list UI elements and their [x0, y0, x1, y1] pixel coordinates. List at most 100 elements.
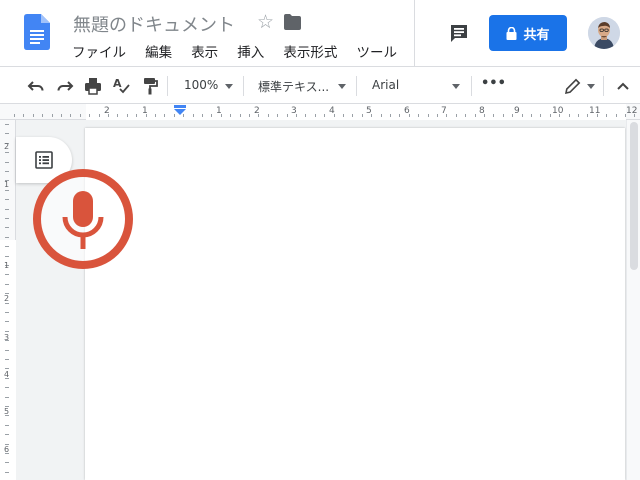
menu-bar: ファイル 編集 表示 挿入 表示形式 ツール ア [72, 42, 444, 62]
ruler-tick [5, 133, 9, 134]
header: 無題のドキュメント ☆ ファイル 編集 表示 挿入 表示形式 ツール ア 共有 [0, 0, 640, 66]
menu-view[interactable]: 表示 [191, 44, 218, 62]
vertical-ruler[interactable]: 2 1 1 2 3 4 5 6 [0, 120, 16, 480]
ruler-tick [164, 114, 165, 117]
document-canvas [16, 120, 640, 480]
ruler-label: 2 [104, 106, 110, 116]
horizontal-ruler[interactable]: 2 1 1 2 3 4 5 6 7 8 9 10 11 12 [0, 104, 640, 120]
ruler-tick [5, 227, 9, 228]
ruler-tick [5, 218, 9, 219]
svg-text:A: A [113, 77, 122, 90]
ruler-tick [418, 114, 419, 117]
ruler-tick [136, 114, 137, 117]
ruler-tick [437, 114, 438, 117]
ruler-tick [5, 246, 9, 247]
edit-mode-chevron-down-icon[interactable] [587, 84, 595, 89]
style-chevron-down-icon[interactable] [338, 84, 346, 89]
ruler-label: 7 [441, 106, 447, 116]
menu-edit[interactable]: 編集 [145, 44, 172, 62]
ruler-label: 1 [216, 106, 222, 116]
comment-icon[interactable] [449, 23, 469, 43]
ruler-tick [5, 209, 9, 210]
ruler-tick [23, 114, 24, 117]
ruler-label: 9 [514, 106, 520, 116]
vertical-scrollbar[interactable] [626, 120, 640, 480]
paint-format-icon[interactable] [140, 76, 160, 96]
ruler-tick [5, 472, 9, 473]
ruler-tick [390, 114, 391, 117]
ruler-tick [5, 256, 9, 257]
ruler-tick [5, 350, 9, 351]
lock-icon [506, 26, 517, 40]
menu-format[interactable]: 表示形式 [283, 44, 337, 62]
avatar[interactable] [588, 17, 620, 49]
ruler-tick [428, 114, 429, 117]
ruler-tick [5, 303, 9, 304]
ruler-label: 2 [4, 294, 10, 303]
more-options-button[interactable]: ••• [481, 76, 506, 91]
voice-typing-button[interactable] [33, 169, 133, 269]
font-select[interactable]: Arial [372, 78, 399, 92]
ruler-tick [315, 114, 316, 117]
zoom-chevron-down-icon[interactable] [225, 84, 233, 89]
document-page[interactable] [85, 128, 625, 480]
ruler-tick [399, 114, 400, 117]
indent-marker-icon[interactable] [173, 105, 187, 115]
ruler-tick [606, 114, 607, 117]
ruler-label: 5 [4, 407, 10, 416]
ruler-tick [5, 462, 9, 463]
ruler-tick [61, 114, 62, 117]
docs-logo-icon[interactable] [24, 14, 50, 50]
ruler-label: 4 [4, 370, 10, 379]
ruler-tick [5, 284, 9, 285]
ruler-label: 1 [4, 180, 10, 189]
ruler-tick [587, 114, 588, 117]
menu-insert[interactable]: 挿入 [237, 44, 264, 62]
ruler-label: 1 [4, 261, 10, 270]
ruler-tick [362, 114, 363, 117]
zoom-select[interactable]: 100% [184, 78, 218, 92]
ruler-label: 3 [291, 106, 297, 116]
ruler-tick [5, 387, 9, 388]
menu-tools[interactable]: ツール [356, 44, 397, 62]
redo-icon[interactable] [55, 76, 75, 96]
ruler-tick [569, 114, 570, 117]
ruler-label: 4 [329, 106, 335, 116]
star-icon[interactable]: ☆ [257, 11, 274, 33]
ruler-label: 10 [552, 106, 564, 116]
collapse-icon[interactable] [613, 76, 633, 96]
ruler-tick [5, 425, 9, 426]
ruler-tick [155, 114, 156, 117]
document-title[interactable]: 無題のドキュメント [73, 11, 235, 37]
ruler-tick [522, 114, 523, 117]
ruler-tick [277, 114, 278, 117]
folder-icon[interactable] [284, 14, 301, 30]
ruler-tick [268, 114, 269, 117]
ruler-tick [70, 114, 71, 117]
style-select[interactable]: 標準テキス... [258, 78, 329, 95]
edit-mode-icon[interactable] [563, 76, 583, 96]
font-chevron-down-icon[interactable] [452, 84, 460, 89]
outline-list-icon [35, 151, 53, 169]
ruler-label: 2 [254, 106, 260, 116]
print-icon[interactable] [83, 76, 103, 96]
ruler-tick [5, 359, 9, 360]
ruler-tick [5, 190, 9, 191]
scrollbar-thumb[interactable] [630, 122, 638, 270]
ruler-label: 3 [4, 333, 10, 342]
header-actions: 共有 [414, 0, 640, 66]
ruler-tick [249, 114, 250, 117]
ruler-tick [352, 114, 353, 117]
menu-file[interactable]: ファイル [72, 44, 126, 62]
share-button[interactable]: 共有 [489, 15, 567, 51]
ruler-tick [5, 237, 9, 238]
ruler-tick [5, 312, 9, 313]
ruler-tick [5, 124, 9, 125]
undo-icon[interactable] [26, 76, 46, 96]
spellcheck-icon[interactable]: A [111, 76, 131, 96]
ruler-label: 2 [4, 142, 10, 151]
ruler-tick [240, 114, 241, 117]
ruler-tick [5, 331, 9, 332]
ruler-tick [42, 114, 43, 117]
ruler-tick [5, 321, 9, 322]
